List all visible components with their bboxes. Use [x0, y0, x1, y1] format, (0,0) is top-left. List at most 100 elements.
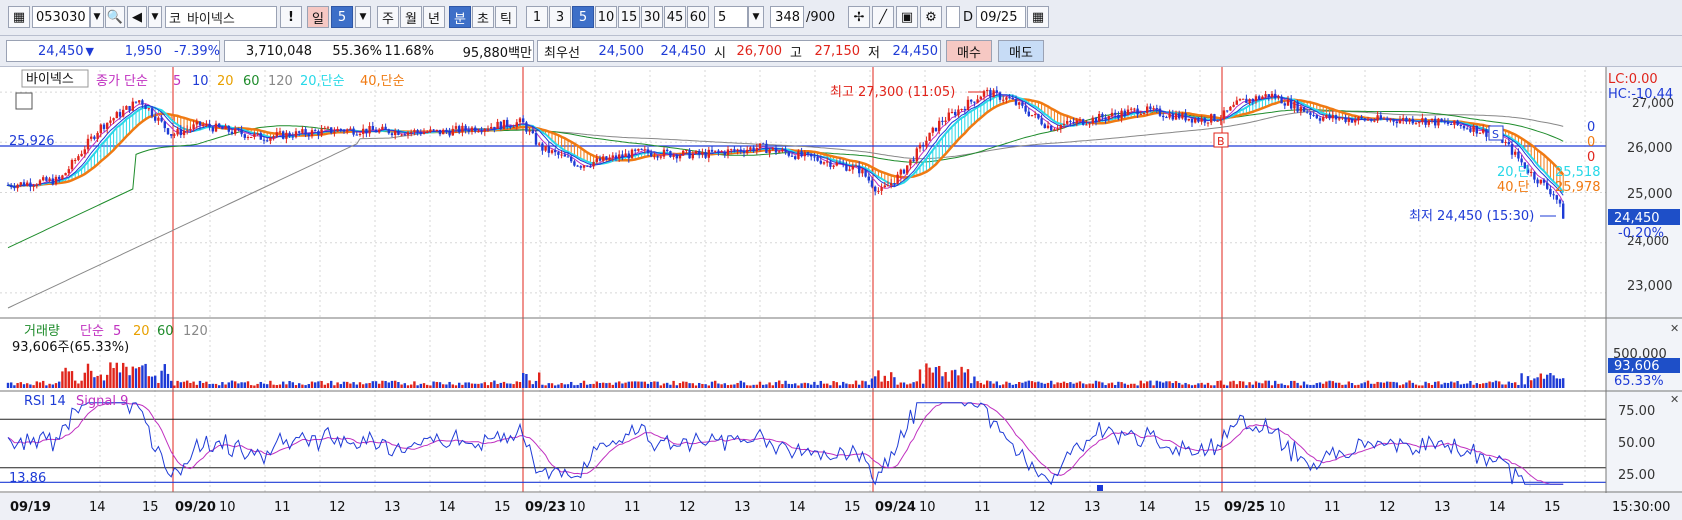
- tick-button[interactable]: 틱: [495, 6, 517, 28]
- interval-1[interactable]: 1: [526, 6, 548, 28]
- period-dropdown-icon[interactable]: ▼: [748, 6, 764, 28]
- candle: [176, 129, 179, 135]
- candle: [704, 152, 707, 158]
- sell-button[interactable]: 매도: [998, 40, 1044, 62]
- volume-bar: [810, 384, 813, 388]
- crosshair-icon[interactable]: ✢: [848, 6, 870, 28]
- sound-dropdown-icon[interactable]: ▼: [148, 6, 162, 28]
- candle: [1251, 98, 1254, 102]
- buy-button[interactable]: 매수: [946, 40, 992, 62]
- candle: [864, 169, 867, 177]
- volume-bar: [1354, 385, 1357, 388]
- date-checkbox[interactable]: [946, 6, 960, 28]
- day-value-select[interactable]: 5: [331, 6, 353, 28]
- candle: [390, 133, 394, 136]
- candle: [755, 147, 758, 152]
- candle: [547, 145, 550, 153]
- candle: [1427, 120, 1430, 125]
- volume-bar: [125, 366, 128, 388]
- candle: [678, 155, 682, 159]
- save-icon[interactable]: ▣: [896, 6, 918, 28]
- candle: [166, 128, 170, 135]
- close-icon[interactable]: ✕: [1670, 393, 1679, 406]
- search-icon[interactable]: 🔍: [105, 6, 125, 28]
- day-dropdown-icon[interactable]: ▼: [355, 6, 371, 28]
- alert-button[interactable]: !: [280, 6, 302, 28]
- candle: [1398, 120, 1402, 124]
- candle: [1328, 114, 1331, 119]
- candle: [362, 128, 365, 134]
- volume-bar: [256, 383, 259, 388]
- period-input[interactable]: 5: [714, 6, 748, 28]
- candle: [410, 131, 413, 133]
- volume-bar: [557, 384, 560, 388]
- candle: [877, 190, 880, 192]
- volume-bar: [886, 381, 890, 388]
- interval-45[interactable]: 45: [664, 6, 686, 28]
- volume-bar: [602, 382, 605, 388]
- volume-bar: [752, 384, 755, 388]
- volume-bar: [371, 381, 374, 388]
- volume-bar: [10, 382, 13, 388]
- candle: [490, 126, 493, 129]
- candle: [608, 157, 611, 160]
- count-input[interactable]: 348: [770, 6, 804, 28]
- volume-bar: [1501, 384, 1504, 388]
- sound-icon[interactable]: ◀: [127, 6, 147, 28]
- open-label: 시: [714, 45, 726, 61]
- candle: [1360, 117, 1363, 119]
- code-dropdown-icon[interactable]: ▼: [90, 6, 104, 28]
- chart-area[interactable]: 바이넥스 종가 단순 5 10 20 60 120 20,단순 40,단순 25…: [0, 67, 1682, 517]
- candle: [1363, 118, 1366, 121]
- candle: [909, 159, 912, 166]
- interval-5[interactable]: 5: [572, 6, 594, 28]
- volume-bar: [1206, 382, 1210, 388]
- draw-line-icon[interactable]: ╱: [872, 6, 894, 28]
- volume-bar: [461, 384, 464, 388]
- volume-bar: [1344, 384, 1347, 388]
- volume-bar: [1437, 381, 1440, 388]
- interval-60[interactable]: 60: [687, 6, 709, 28]
- volume-bar: [499, 382, 502, 388]
- chart-menu-icon[interactable]: ▦: [8, 6, 30, 28]
- gear-icon[interactable]: ⚙: [920, 6, 942, 28]
- candle: [1456, 120, 1459, 126]
- second-button[interactable]: 초: [472, 6, 494, 28]
- year-button[interactable]: 년: [423, 6, 445, 28]
- close-icon[interactable]: ✕: [1670, 322, 1679, 335]
- volume-bar: [141, 365, 144, 388]
- month-button[interactable]: 월: [400, 6, 422, 28]
- volume-bar: [1142, 383, 1146, 388]
- volume-bar: [1549, 373, 1552, 388]
- candle: [336, 128, 339, 132]
- candle: [1040, 118, 1043, 125]
- interval-10[interactable]: 10: [595, 6, 617, 28]
- candle: [1178, 113, 1181, 119]
- minute-button[interactable]: 분: [449, 6, 471, 28]
- volume-bar: [163, 364, 166, 388]
- week-button[interactable]: 주: [377, 6, 399, 28]
- time-label: 14: [789, 500, 806, 515]
- day-button[interactable]: 일: [307, 6, 329, 28]
- candle: [93, 136, 96, 139]
- candle: [355, 134, 358, 136]
- chart-canvas[interactable]: 바이넥스 종가 단순 5 10 20 60 120 20,단순 40,단순 25…: [0, 67, 1682, 517]
- volume-bar: [608, 382, 611, 388]
- interval-15[interactable]: 15: [618, 6, 640, 28]
- code-input[interactable]: 053030: [32, 6, 90, 28]
- volume-bar: [998, 385, 1002, 388]
- volume-bar: [195, 384, 198, 388]
- volume-bar: [166, 373, 170, 388]
- panel-settings-icon[interactable]: [15, 92, 33, 110]
- volume-bar: [736, 382, 739, 388]
- volume-bar: [717, 383, 720, 388]
- volume-bar: [902, 382, 906, 388]
- candle: [102, 124, 106, 129]
- stock-name-field[interactable]: 코 바이넥스: [165, 6, 277, 28]
- interval-3[interactable]: 3: [549, 6, 571, 28]
- interval-30[interactable]: 30: [641, 6, 663, 28]
- candle: [1437, 118, 1440, 126]
- volume-bar: [1459, 384, 1462, 388]
- date-input[interactable]: 09/25: [976, 6, 1026, 28]
- calendar-icon[interactable]: ▦: [1027, 6, 1049, 28]
